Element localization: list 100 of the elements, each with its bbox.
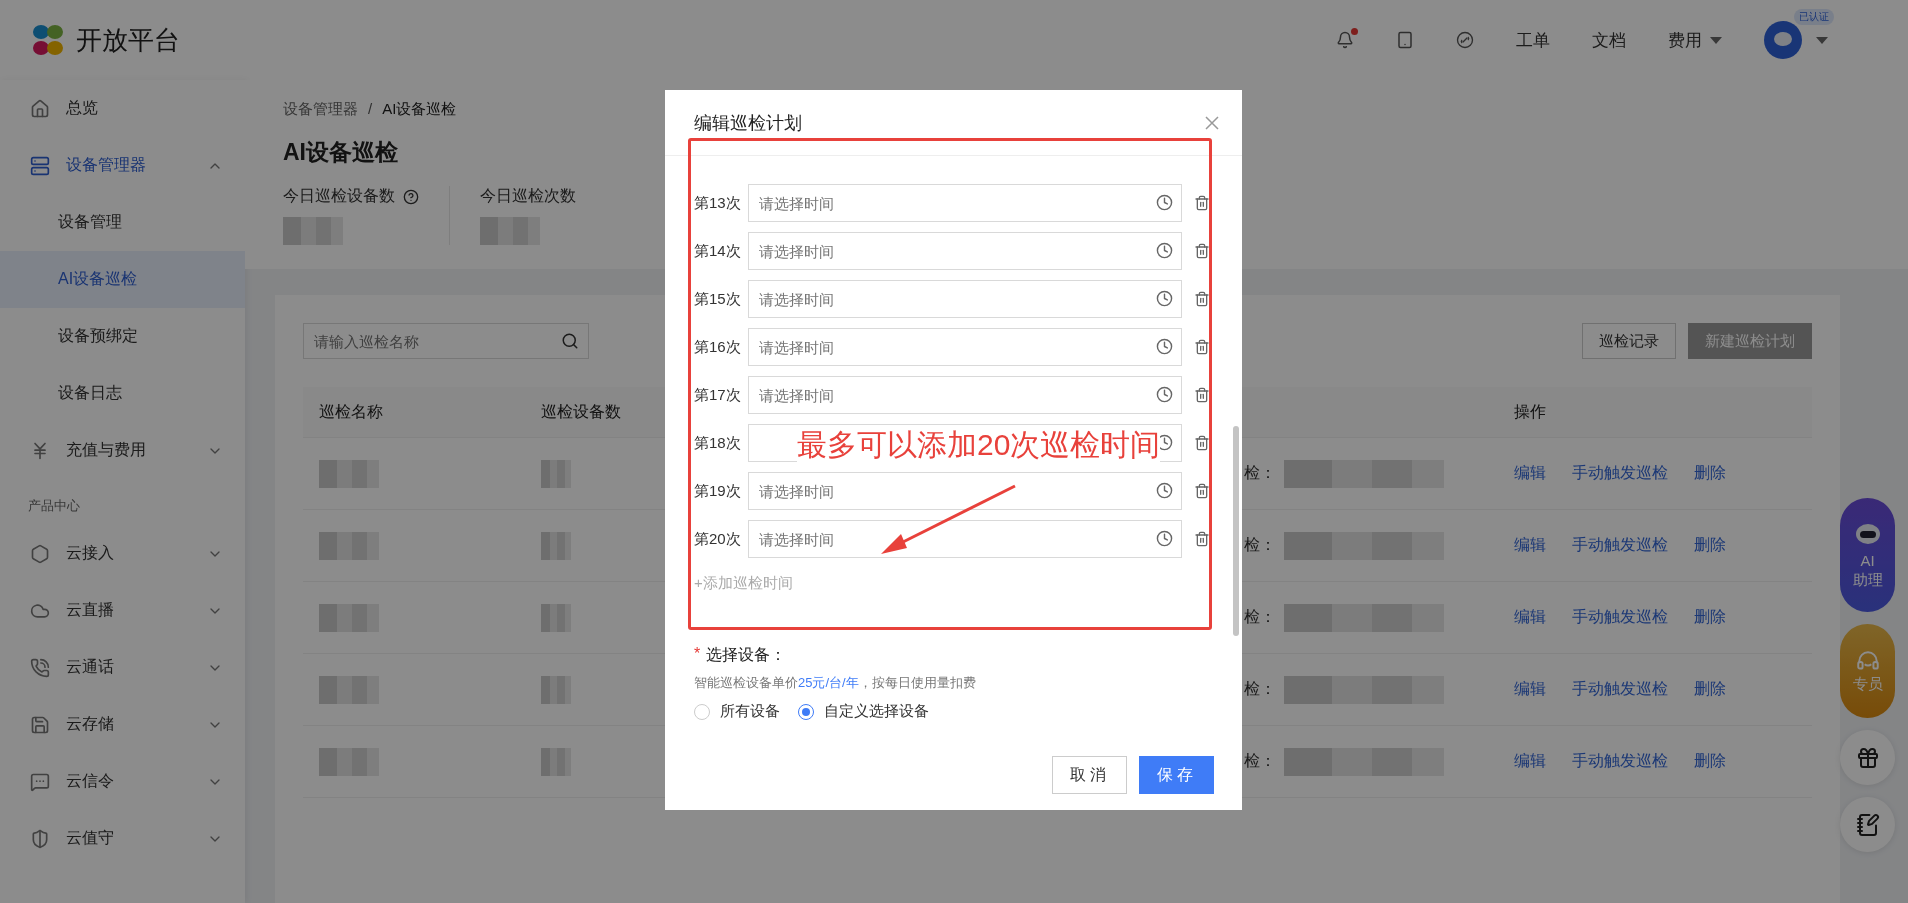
close-icon[interactable] <box>1204 114 1220 131</box>
delete-icon[interactable] <box>1194 243 1210 259</box>
gift-icon <box>1855 745 1880 770</box>
radio-option[interactable]: 自定义选择设备 <box>798 702 929 721</box>
sidebar-subitem[interactable]: 设备管理 <box>0 194 245 251</box>
page-title: AI设备巡检 <box>283 138 399 167</box>
stat-label: 今日巡检设备数 <box>283 186 395 206</box>
help-icon[interactable] <box>403 188 419 205</box>
redacted-value <box>319 603 379 632</box>
redacted-value <box>541 459 571 488</box>
dialog-title: 编辑巡检计划 <box>694 111 802 135</box>
table-cell-text: 检： <box>1244 535 1276 555</box>
avatar[interactable] <box>1764 21 1802 59</box>
delete-icon[interactable] <box>1194 195 1210 211</box>
logo-icon <box>30 22 66 58</box>
delete-icon[interactable] <box>1194 339 1210 355</box>
sidebar-subitem[interactable]: 设备日志 <box>0 365 245 422</box>
save-button[interactable]: 保存 <box>1139 756 1214 794</box>
price-note: 智能巡检设备单价25元/台/年，按每日使用量扣费 <box>694 674 977 692</box>
action-link[interactable]: 删除 <box>1694 463 1726 484</box>
search-icon[interactable] <box>561 332 579 350</box>
floppy-icon <box>30 714 50 735</box>
verified-badge: 已认证 <box>1794 9 1834 25</box>
nav-link[interactable]: 文档 <box>1592 28 1626 52</box>
sidebar-item[interactable]: 总览 <box>0 80 245 137</box>
radio-option[interactable]: 所有设备 <box>694 702 780 721</box>
sidebar-item[interactable]: 云值守 <box>0 810 245 867</box>
breadcrumb-separator: / <box>368 100 373 119</box>
scrollbar-thumb[interactable] <box>1233 426 1239 636</box>
nav-link[interactable]: 工单 <box>1516 28 1550 52</box>
required-mark: * <box>694 645 701 664</box>
breadcrumb-link[interactable]: AI设备巡检 <box>382 100 457 119</box>
clock-icon <box>1156 194 1173 211</box>
clock-icon <box>1156 482 1173 499</box>
search-field[interactable]: 请输入巡检名称 <box>303 323 589 359</box>
delete-icon[interactable] <box>1194 435 1210 451</box>
cancel-button[interactable]: 取消 <box>1052 756 1127 794</box>
action-link[interactable]: 编辑 <box>1514 463 1546 484</box>
logo-text: 开放平台 <box>76 23 180 57</box>
action-link[interactable]: 手动触发巡检 <box>1572 679 1668 700</box>
action-link[interactable]: 手动触发巡检 <box>1572 751 1668 772</box>
action-link[interactable]: 编辑 <box>1514 679 1546 700</box>
redacted-value <box>480 217 540 245</box>
time-field[interactable]: 请选择时间 <box>748 376 1182 414</box>
delete-icon[interactable] <box>1194 483 1210 499</box>
nav-link[interactable]: 费用 <box>1668 28 1722 52</box>
time-field[interactable]: 请选择时间 <box>748 184 1182 222</box>
action-link[interactable]: 删除 <box>1694 751 1726 772</box>
caret-icon[interactable] <box>1816 36 1828 44</box>
time-label: 第20次 <box>694 529 742 549</box>
sidebar-item[interactable]: 云直播 <box>0 582 245 639</box>
time-label: 第15次 <box>694 289 742 309</box>
sidebar-item[interactable]: 云通话 <box>0 639 245 696</box>
sidebar-item[interactable]: 云存储 <box>0 696 245 753</box>
sidebar-item[interactable]: 充值与费用 <box>0 422 245 479</box>
action-link[interactable]: 编辑 <box>1514 607 1546 628</box>
action-link[interactable]: 删除 <box>1694 607 1726 628</box>
time-field[interactable]: 请选择时间 <box>748 232 1182 270</box>
ai-assistant-button[interactable]: AI 助理 <box>1840 498 1895 612</box>
time-field[interactable]: 请选择时间 <box>748 280 1182 318</box>
table-cell-text: 检： <box>1244 607 1276 627</box>
sidebar-subitem[interactable]: AI设备巡检 <box>0 251 245 308</box>
action-link[interactable]: 手动触发巡检 <box>1572 535 1668 556</box>
agent-button[interactable]: 专员 <box>1840 624 1895 718</box>
redacted-value <box>319 747 379 776</box>
clock-icon <box>1156 290 1173 307</box>
redacted-value <box>541 603 571 632</box>
action-link[interactable]: 删除 <box>1694 679 1726 700</box>
redacted-value <box>541 531 571 560</box>
tablet-icon[interactable] <box>1396 31 1414 49</box>
delete-icon[interactable] <box>1194 291 1210 307</box>
time-field[interactable]: 请选择时间 <box>748 520 1182 558</box>
link-icon[interactable] <box>1456 31 1474 49</box>
add-time-link[interactable]: +添加巡检时间 <box>694 574 1233 593</box>
clock-icon <box>1156 386 1173 403</box>
hexagon-icon <box>30 543 50 564</box>
sidebar-item[interactable]: 云接入 <box>0 525 245 582</box>
action-link[interactable]: 删除 <box>1694 535 1726 556</box>
toolbar-button[interactable]: 巡检记录 <box>1582 323 1676 359</box>
redacted-value <box>319 675 379 704</box>
time-field[interactable]: 请选择时间 <box>748 328 1182 366</box>
note-icon <box>1855 812 1880 837</box>
breadcrumb-link[interactable]: 设备管理器 <box>283 100 358 119</box>
phone-icon <box>30 657 50 678</box>
action-link[interactable]: 手动触发巡检 <box>1572 463 1668 484</box>
time-label: 第13次 <box>694 193 742 213</box>
sidebar-item[interactable]: 设备管理器 <box>0 137 245 194</box>
redacted-value <box>319 459 379 488</box>
section-heading: 产品中心 <box>27 497 81 515</box>
chat-icon <box>30 771 50 792</box>
action-link[interactable]: 手动触发巡检 <box>1572 607 1668 628</box>
action-link[interactable]: 编辑 <box>1514 751 1546 772</box>
time-field[interactable]: 请选择时间 <box>748 472 1182 510</box>
clock-icon <box>1156 242 1173 259</box>
sidebar-item[interactable]: 云信令 <box>0 753 245 810</box>
sidebar-subitem[interactable]: 设备预绑定 <box>0 308 245 365</box>
redacted-value <box>541 675 571 704</box>
action-link[interactable]: 编辑 <box>1514 535 1546 556</box>
delete-icon[interactable] <box>1194 531 1210 547</box>
delete-icon[interactable] <box>1194 387 1210 403</box>
